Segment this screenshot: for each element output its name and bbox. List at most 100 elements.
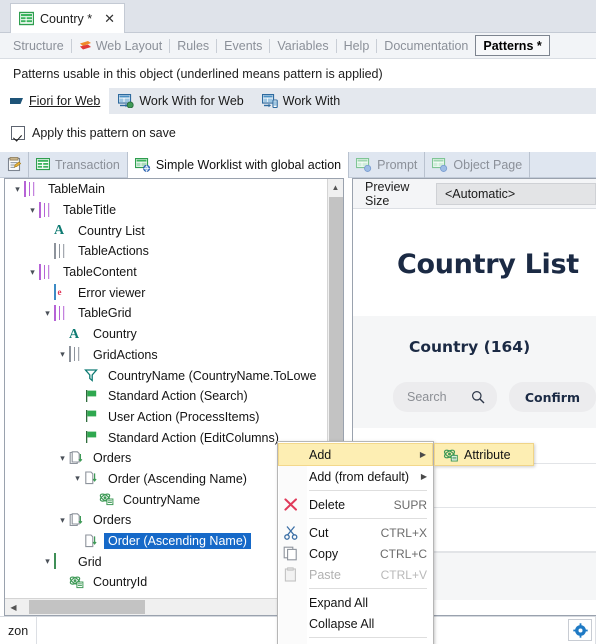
pattern-tab-work-with[interactable]: Work With <box>253 88 349 114</box>
instance-tab-transaction[interactable]: Transaction <box>29 151 128 178</box>
context-menu-item-label: Copy <box>309 546 339 561</box>
order-icon <box>84 471 101 485</box>
context-menu-separator <box>309 588 427 589</box>
copy-icon <box>283 546 300 562</box>
apply-pattern-checkbox[interactable] <box>11 126 25 140</box>
chevron-down-icon[interactable]: ▾ <box>26 267 39 277</box>
pattern-tab-fiori-for-web[interactable]: Fiori for Web <box>0 88 110 114</box>
context-submenu-add[interactable]: Attribute <box>434 443 534 466</box>
error-viewer-icon <box>54 284 56 301</box>
context-menu-item-accelerator: CTRL+V <box>380 567 427 582</box>
tree-node-label: Standard Action (EditColumns) <box>108 430 279 445</box>
tree-node-label: GridActions <box>93 347 158 362</box>
tab-rules[interactable]: Rules <box>170 35 216 56</box>
search-input[interactable]: Search <box>393 382 497 412</box>
tab-rules-label: Rules <box>177 38 210 53</box>
tree-node-icon: A <box>69 327 86 342</box>
grid-purple-icon <box>39 201 41 218</box>
context-menu-item-copy[interactable]: Copy CTRL+C <box>278 543 433 564</box>
tree-horizontal-scroll-thumb[interactable] <box>29 600 145 614</box>
tree-node[interactable]: ▾ GridActions <box>5 345 328 366</box>
preview-size-select[interactable]: <Automatic> <box>436 182 596 205</box>
context-menu-item-add[interactable]: Add ▶ <box>278 443 433 466</box>
tree-node[interactable]: A Country List <box>5 220 328 241</box>
pattern-tab-work-with-for-web-label: Work With for Web <box>139 94 244 108</box>
context-menu-item-label: Delete <box>309 497 346 512</box>
tab-events[interactable]: Events <box>217 35 269 56</box>
tree-node-icon <box>39 263 56 280</box>
tab-variables-label: Variables <box>277 38 329 53</box>
pattern-tab-work-with-for-web[interactable]: Work With for Web <box>109 88 252 114</box>
chevron-down-icon[interactable]: ▾ <box>41 557 54 566</box>
pattern-instance-tab-bar: Transaction Simple Worklist with global … <box>0 151 596 178</box>
tree-node-label: Orders <box>93 513 132 528</box>
node-icon <box>356 157 372 172</box>
close-icon[interactable]: ✕ <box>104 12 115 25</box>
tab-patterns[interactable]: Patterns * <box>475 35 550 56</box>
preview-size-value: <Automatic> <box>445 186 516 201</box>
context-menu-item-label: Cut <box>309 525 329 540</box>
tree-node[interactable]: Standard Action (Search) <box>5 386 328 407</box>
context-menu-item-expand-all[interactable]: Expand All <box>278 592 433 613</box>
tree-node-label: CountryName <box>123 492 201 507</box>
tree-node[interactable]: User Action (ProcessItems) <box>5 407 328 428</box>
chevron-down-icon[interactable]: ▾ <box>56 350 69 359</box>
tree-node-icon <box>69 451 86 466</box>
instance-tab-object-page-label: Object Page <box>453 157 523 172</box>
document-tab-country[interactable]: Country * ✕ <box>10 3 126 33</box>
context-menu-item-delete[interactable]: Delete SUPR <box>278 494 433 515</box>
web-layout-icon <box>79 39 92 52</box>
confirm-button[interactable]: Confirm <box>508 382 596 412</box>
tree-node[interactable]: A Country <box>5 324 328 345</box>
tab-structure[interactable]: Structure <box>6 35 71 56</box>
context-menu-item-label: Expand All <box>309 595 369 610</box>
document-tab-strip: Country * ✕ <box>0 0 596 33</box>
preview-section-title: Country (164) <box>409 338 531 356</box>
chevron-down-icon[interactable]: ▾ <box>71 474 84 483</box>
paste-icon <box>284 566 296 582</box>
pattern-tab-fiori-label: Fiori for Web <box>29 94 101 108</box>
context-menu-item-cut[interactable]: Cut CTRL+X <box>278 522 433 543</box>
tree-node-icon <box>54 304 71 321</box>
chevron-down-icon[interactable]: ▾ <box>41 308 54 318</box>
preview-page-title: Country List <box>397 249 579 280</box>
tree-node[interactable]: TableActions <box>5 241 328 262</box>
fiori-icon <box>9 95 24 108</box>
preview-toolbar: Preview Size <Automatic> <box>353 179 596 209</box>
tree-node[interactable]: Error viewer <box>5 282 328 303</box>
scroll-left-icon[interactable]: ◀ <box>5 599 22 615</box>
tree-node[interactable]: ▾ TableMain <box>5 179 328 200</box>
tab-documentation[interactable]: Documentation <box>377 35 475 56</box>
instance-tab-prompt[interactable]: Prompt <box>349 151 426 178</box>
tab-web-layout[interactable]: Web Layout <box>72 35 169 56</box>
tree-node-label: Error viewer <box>78 285 146 300</box>
context-menu-item-collapse-all[interactable]: Collapse All <box>278 613 433 634</box>
tree-node-icon <box>84 389 101 404</box>
tree-node-label: User Action (ProcessItems) <box>108 409 260 424</box>
tab-variables[interactable]: Variables <box>270 35 335 56</box>
tree-node[interactable]: ▾ TableGrid <box>5 303 328 324</box>
tab-events-label: Events <box>224 38 263 53</box>
chevron-down-icon[interactable]: ▾ <box>26 205 39 215</box>
apply-pattern-label: Apply this pattern on save <box>32 126 176 140</box>
tree-context-menu[interactable]: Add ▶ Add (from default) ▶ Delete SUPR Cut CTRL… <box>277 441 434 644</box>
gear-icon[interactable] <box>568 619 592 641</box>
chevron-down-icon[interactable]: ▾ <box>56 515 69 525</box>
tree-node[interactable]: ▾ TableContent <box>5 262 328 283</box>
tab-help[interactable]: Help <box>337 35 377 56</box>
grid-purple-icon <box>54 304 56 321</box>
text-icon: A <box>69 326 80 342</box>
gx-patterns-window: Country * ✕ Structure Web Layout Rules E… <box>0 0 596 644</box>
instance-tab-object-page[interactable]: Object Page <box>425 151 531 178</box>
scroll-up-icon[interactable]: ▲ <box>328 179 343 196</box>
instance-tab-simple-worklist[interactable]: Simple Worklist with global action <box>127 151 350 178</box>
tree-node-label: Order (Ascending Name) <box>104 533 251 550</box>
tree-node[interactable]: ▾ TableTitle <box>5 200 328 221</box>
tab-web-layout-label: Web Layout <box>95 38 163 53</box>
patterns-info-line: Patterns usable in this object (underlin… <box>0 59 596 88</box>
instance-tab-properties[interactable] <box>0 151 29 178</box>
context-menu-item-add-from-default[interactable]: Add (from default) ▶ <box>278 466 433 487</box>
tree-node[interactable]: CountryName (CountryName.ToLowe <box>5 365 328 386</box>
chevron-down-icon[interactable]: ▾ <box>56 453 69 463</box>
chevron-down-icon[interactable]: ▾ <box>11 184 24 194</box>
